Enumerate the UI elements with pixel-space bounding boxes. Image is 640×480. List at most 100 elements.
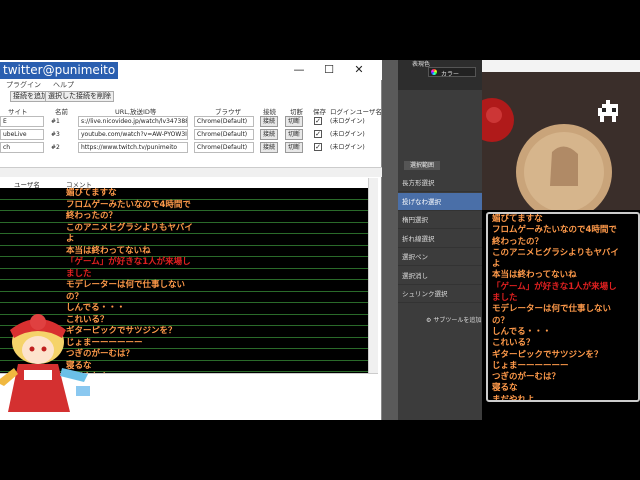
remove-connection-button[interactable]: 選択した接続を削除	[45, 91, 114, 102]
comment-text: 終わったの？	[66, 211, 118, 221]
overlay-comment: フロムゲーみたいなので4時間で	[492, 225, 617, 236]
color-mode-select[interactable]: カラー	[428, 67, 476, 78]
comment-row[interactable]: ました	[0, 268, 368, 280]
menu-plugin[interactable]: プラグイン	[6, 80, 41, 91]
site-select[interactable]: ubeLive	[0, 129, 44, 140]
overlay-comment: これいる？	[492, 338, 535, 349]
disconnect-button[interactable]: 切断	[285, 142, 304, 153]
browser-select[interactable]: Chrome(Default)	[194, 129, 254, 140]
overlay-comment: このアニメヒグラシよりもヤバイ	[492, 247, 619, 258]
overlay-comment: の？	[492, 315, 510, 326]
disconnect-button[interactable]: 切断	[285, 116, 304, 127]
comment-text: フロムゲーみたいなので4時間で	[66, 199, 191, 210]
connection-name: #2	[51, 144, 60, 151]
overlay-comment: モデレーターは何で仕事しない	[492, 304, 612, 315]
menu-bar: プラグイン ヘルプ	[0, 80, 382, 91]
header-name: 名前	[55, 108, 68, 116]
site-select[interactable]: ch	[0, 142, 44, 153]
subtool-item[interactable]: 選択ペン	[398, 248, 482, 266]
save-checkbox[interactable]: ✓	[314, 143, 322, 151]
comment-row[interactable]: 本当は終わってないね	[0, 246, 368, 257]
connect-button[interactable]: 接続	[260, 129, 279, 140]
overlay-comment: ました	[492, 293, 518, 304]
comment-text: 「ゲーム」が好きな1人が来場し	[66, 257, 191, 267]
header-url: URL,放送ID等	[115, 108, 157, 116]
webcam-view	[482, 60, 640, 210]
overlay-comment: 本当は終わってないね	[492, 270, 577, 281]
url-input[interactable]: https://www.twitch.tv/punimeito	[78, 142, 188, 153]
subtool-item[interactable]: 投げなわ選択	[398, 192, 482, 211]
panel-gutter	[382, 60, 398, 420]
comment-text: モデレーターは何で仕事しない	[66, 280, 186, 290]
comment-row[interactable]: よ	[0, 234, 368, 246]
overlay-comment: まだやれよ	[492, 394, 535, 402]
overlay-comment: じょまーーーーーー	[492, 360, 569, 371]
comment-text: 媚びてますな	[66, 188, 117, 198]
tab-selection[interactable]: 選択範囲	[404, 161, 440, 170]
login-user: (未ログイン)	[330, 131, 365, 138]
comment-text: よ	[66, 234, 75, 244]
connection-table-header: サイト 名前 URL,放送ID等 ブラウザ 接続 切断 保存 ログインユーザ名	[0, 105, 382, 116]
webcam-image	[482, 60, 640, 210]
connect-button[interactable]: 接続	[260, 116, 279, 127]
header-save: 保存	[313, 108, 326, 116]
browser-select[interactable]: Chrome(Default)	[194, 142, 254, 153]
connection-row: E #1 s://live.nicovideo.jp/watch/lv34738…	[0, 116, 382, 128]
subtool-item[interactable]: シュリンク選択	[398, 285, 482, 303]
header-browser: ブラウザ	[215, 108, 241, 116]
comment-row[interactable]: フロムゲーみたいなので4時間で	[0, 199, 368, 211]
add-subtool-label: サブツールを追加	[433, 317, 482, 324]
save-checkbox[interactable]: ✓	[314, 117, 322, 125]
comment-scrollbar[interactable]	[368, 178, 378, 373]
overlay-comment: 「ゲーム」が好きな1人が来場し	[492, 281, 617, 292]
stream-comment-overlay: 媚びてますな フロムゲーみたいなので4時間で 終わったの？ このアニメヒグラシよりもヤ…	[486, 212, 640, 402]
overlay-comment: ギターピックでサツジンを？	[492, 349, 603, 360]
overlay-comment: しんでる・・・	[492, 326, 552, 337]
comment-text: このアニメヒグラシよりもヤバイ	[66, 222, 193, 233]
maximize-button[interactable]: ☐	[314, 61, 344, 78]
subtool-item[interactable]: 楕円選択	[398, 211, 482, 229]
divider	[0, 167, 382, 177]
header-site: サイト	[8, 108, 28, 116]
connection-row: ch #2 https://www.twitch.tv/punimeito Ch…	[0, 142, 382, 154]
color-mode-label: カラー	[441, 71, 460, 78]
comment-text: の？	[66, 291, 84, 302]
comment-table-header: ユーザ名 コメント	[0, 178, 370, 189]
comment-viewer-window: twitter@punimeito — ☐ ✕ プラグイン ヘルプ 接続を追加 選…	[0, 60, 382, 420]
add-subtool-link[interactable]: ⚙ サブツールを追加	[426, 315, 481, 324]
save-checkbox[interactable]: ✓	[314, 130, 322, 138]
header-login: ログインユーザ名	[330, 108, 382, 116]
title-bar[interactable]: twitter@punimeito — ☐ ✕	[0, 60, 382, 80]
color-settings: 表現色 カラー	[398, 60, 482, 90]
color-wheel-icon	[431, 69, 437, 75]
connect-button[interactable]: 接続	[260, 142, 279, 153]
close-button[interactable]: ✕	[344, 61, 374, 78]
background	[0, 420, 640, 480]
minimize-button[interactable]: —	[284, 61, 314, 78]
comment-row[interactable]: モデレーターは何で仕事しない	[0, 280, 368, 292]
site-select[interactable]: E	[0, 116, 44, 127]
comment-row[interactable]: 「ゲーム」が好きな1人が来場し	[0, 257, 368, 269]
subtool-item[interactable]: 長方形選択	[398, 174, 482, 192]
subtool-item[interactable]: 選択消し	[398, 267, 482, 285]
overlay-comment: 終わったの？	[492, 236, 544, 247]
comment-row[interactable]: このアニメヒグラシよりもヤバイ	[0, 222, 368, 234]
browser-select[interactable]: Chrome(Default)	[194, 116, 254, 127]
overlay-comment: 媚びてますな	[492, 214, 543, 224]
login-user: (未ログイン)	[330, 118, 365, 125]
overlay-comment: 寝るな	[492, 383, 518, 394]
comment-row[interactable]: 終わったの？	[0, 211, 368, 223]
comment-row[interactable]: 媚びてますな	[0, 188, 368, 200]
subtool-item[interactable]: 折れ線選択	[398, 230, 482, 248]
comment-text: ました	[66, 268, 92, 279]
comment-row[interactable]: の？	[0, 291, 368, 303]
overlay-comment: よ	[492, 259, 501, 270]
character-avatar	[0, 314, 90, 412]
overlay-comment: つぎのがーむは？	[492, 372, 561, 383]
menu-help[interactable]: ヘルプ	[53, 80, 74, 91]
url-input[interactable]: s://live.nicovideo.jp/watch/lv347388979	[78, 116, 188, 127]
connection-name: #3	[51, 131, 60, 138]
disconnect-button[interactable]: 切断	[285, 129, 304, 140]
url-input[interactable]: youtube.com/watch?v=AW-PYOW3IZY	[78, 129, 188, 140]
header-disconnect: 切断	[290, 108, 303, 116]
